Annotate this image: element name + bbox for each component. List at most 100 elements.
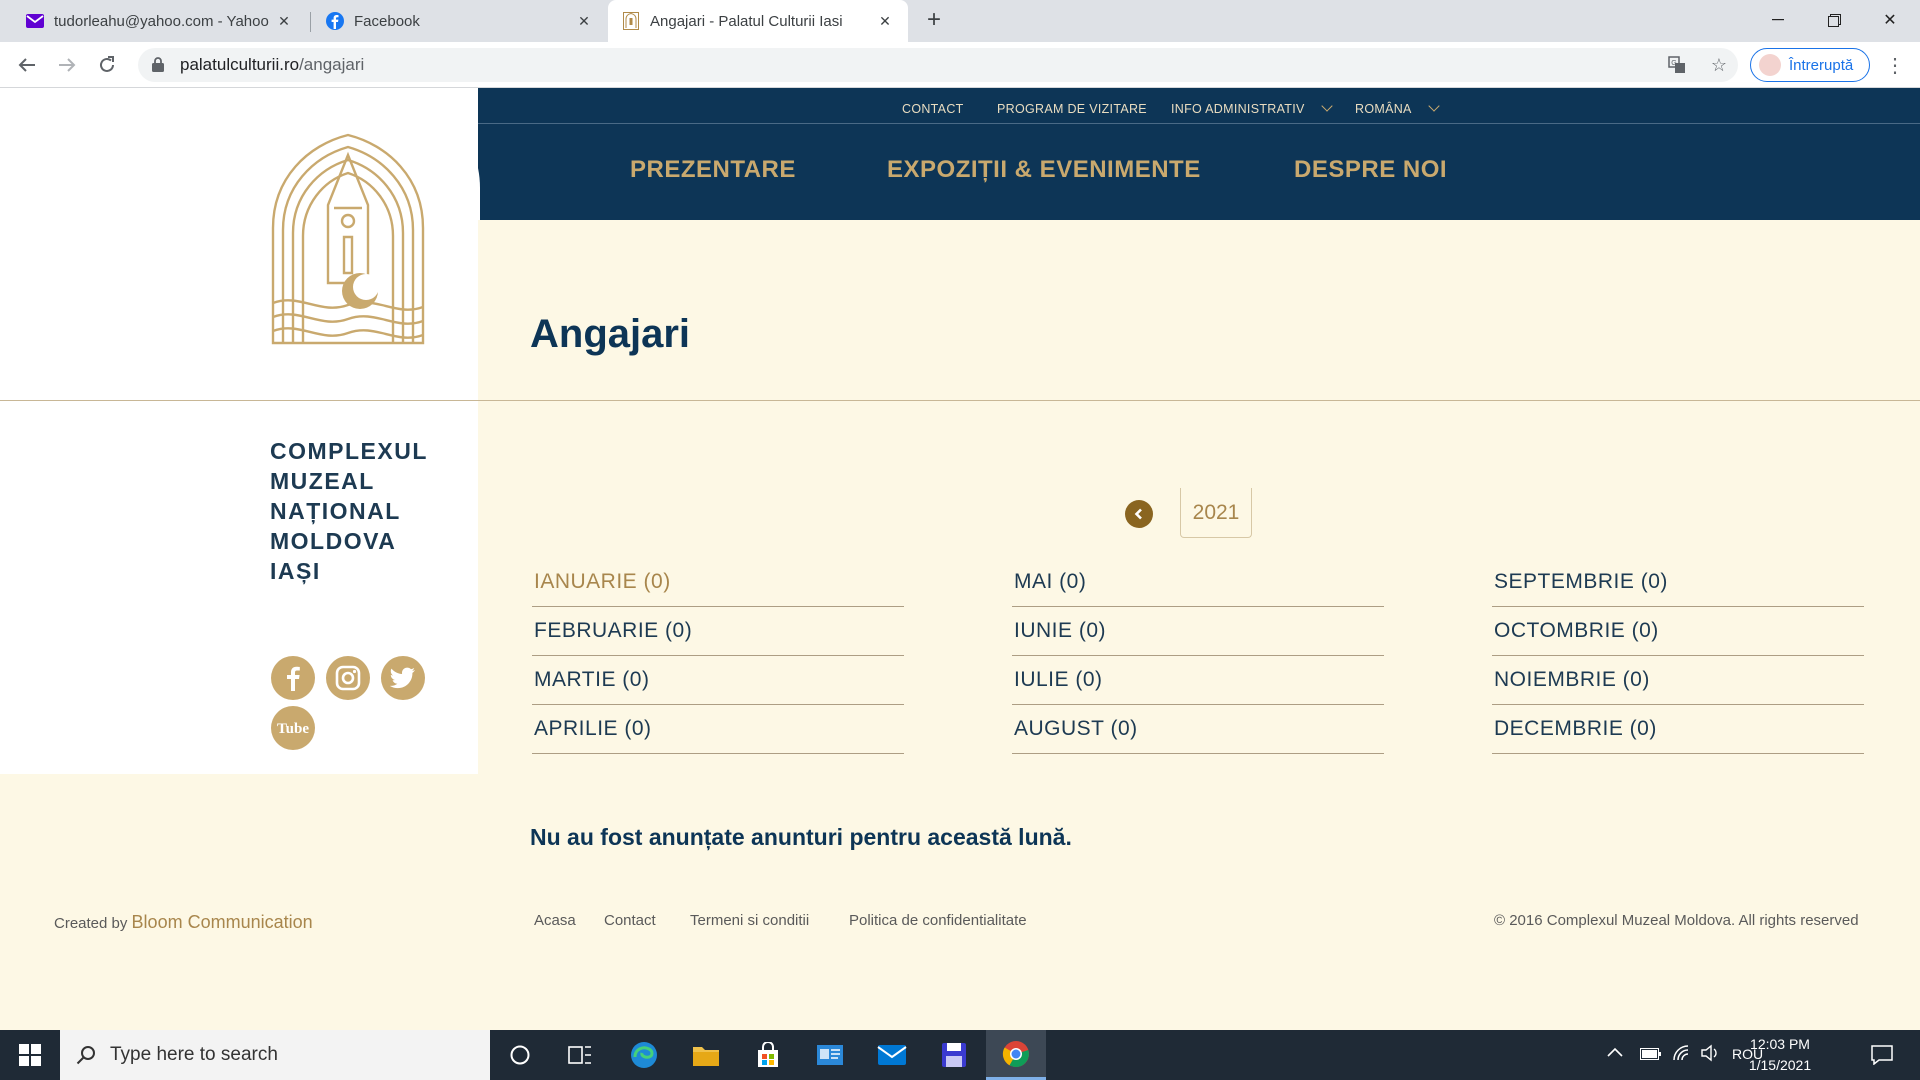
clock-date: 1/15/2021: [1748, 1057, 1812, 1073]
lock-icon[interactable]: [152, 57, 166, 73]
contacts-app-icon[interactable]: [800, 1030, 860, 1080]
minimize-button[interactable]: [1750, 0, 1806, 40]
footer-link-acasa[interactable]: Acasa: [534, 912, 576, 929]
browser-tab-strip: tudorleahu@yahoo.com - Yahoo ✕ Facebook …: [0, 0, 1920, 42]
month-column-3: SEPTEMBRIE (0) OCTOMBRIE (0) NOIEMBRIE (…: [1492, 558, 1864, 754]
utility-nav: CONTACT PROGRAM DE VIZITARE INFO ADMINIS…: [478, 88, 1920, 124]
header-divider: [0, 400, 1920, 401]
month-link-august[interactable]: AUGUST (0): [1012, 705, 1384, 754]
twitter-icon[interactable]: [381, 656, 425, 700]
windows-taskbar: Type here to search ROU 12:03 PM 1/15/20…: [0, 1030, 1920, 1080]
month-link-februarie[interactable]: FEBRUARIE (0): [532, 607, 904, 656]
footer-link-termeni[interactable]: Termeni si conditii: [690, 912, 809, 929]
tab-title: Facebook: [354, 12, 420, 30]
brand-line: IAȘI: [270, 558, 321, 584]
tab-angajari[interactable]: Angajari - Palatul Culturii Iasi ✕: [608, 0, 908, 42]
brand-line: MUZEAL: [270, 468, 375, 494]
restore-button[interactable]: [1806, 0, 1862, 40]
footer-link-contact[interactable]: Contact: [604, 912, 656, 929]
credit-prefix: Created by: [54, 915, 128, 932]
brand-name: COMPLEXUL MUZEAL NAȚIONAL MOLDOVA IAȘI: [270, 436, 428, 586]
month-column-1: IANUARIE (0) FEBRUARIE (0) MARTIE (0) AP…: [532, 558, 904, 754]
month-link-ianuarie[interactable]: IANUARIE (0): [532, 558, 904, 607]
chrome-icon[interactable]: [986, 1030, 1046, 1080]
chevron-down-icon: [1320, 100, 1333, 112]
chevron-down-icon: [1428, 100, 1440, 112]
taskbar-clock[interactable]: 12:03 PM 1/15/2021: [1740, 1034, 1820, 1076]
save-app-icon[interactable]: [924, 1030, 984, 1080]
month-link-iunie[interactable]: IUNIE (0): [1012, 607, 1384, 656]
utility-link-contact[interactable]: CONTACT: [902, 102, 964, 116]
month-link-septembrie[interactable]: SEPTEMBRIE (0): [1492, 558, 1864, 607]
forward-arrow-icon[interactable]: [52, 50, 82, 80]
close-tab-icon[interactable]: ✕: [575, 13, 593, 30]
nav-prezentare[interactable]: PREZENTARE: [630, 156, 796, 184]
notifications-icon[interactable]: [1852, 1030, 1912, 1080]
museum-logo[interactable]: [270, 133, 426, 345]
month-link-noiembrie[interactable]: NOIEMBRIE (0): [1492, 656, 1864, 705]
month-link-mai[interactable]: MAI (0): [1012, 558, 1384, 607]
back-arrow-icon[interactable]: [12, 50, 42, 80]
language-selector[interactable]: ROMÂNA: [1355, 100, 1440, 116]
translate-icon[interactable]: G: [1662, 50, 1692, 80]
browser-menu-icon[interactable]: ⋮: [1880, 50, 1910, 80]
yahoo-mail-icon: [26, 12, 44, 30]
tab-facebook[interactable]: Facebook ✕: [312, 0, 607, 42]
nav-expozitii[interactable]: EXPOZIȚII & EVENIMENTE: [887, 156, 1201, 184]
utility-link-program[interactable]: PROGRAM DE VIZITARE: [997, 102, 1147, 116]
tab-title: tudorleahu@yahoo.com - Yahoo: [54, 12, 269, 30]
mail-icon[interactable]: [862, 1030, 922, 1080]
profile-avatar: [1759, 54, 1781, 76]
task-view-icon[interactable]: [550, 1030, 610, 1080]
brand-line: NAȚIONAL: [270, 498, 401, 524]
month-column-2: MAI (0) IUNIE (0) IULIE (0) AUGUST (0): [1012, 558, 1384, 754]
month-link-decembrie[interactable]: DECEMBRIE (0): [1492, 705, 1864, 754]
facebook-icon[interactable]: [271, 656, 315, 700]
previous-year-button[interactable]: [1125, 500, 1153, 528]
svg-text:G: G: [1671, 60, 1676, 67]
edge-icon[interactable]: [614, 1030, 674, 1080]
close-tab-icon[interactable]: ✕: [876, 13, 894, 30]
page-title: Angajari: [530, 312, 691, 356]
battery-icon[interactable]: [1640, 1047, 1662, 1063]
month-link-iulie[interactable]: IULIE (0): [1012, 656, 1384, 705]
tab-yahoo[interactable]: tudorleahu@yahoo.com - Yahoo ✕: [12, 0, 307, 42]
cortana-icon[interactable]: [490, 1030, 550, 1080]
store-icon[interactable]: [738, 1030, 798, 1080]
current-year: 2021: [1180, 488, 1252, 538]
utility-link-info[interactable]: INFO ADMINISTRATIV: [1171, 100, 1333, 116]
footer-link-politica[interactable]: Politica de confidentialitate: [849, 912, 1027, 929]
month-link-aprilie[interactable]: APRILIE (0): [532, 705, 904, 754]
utility-link-info-label: INFO ADMINISTRATIV: [1171, 102, 1305, 116]
brand-line: MOLDOVA: [270, 528, 397, 554]
show-hidden-icons-icon[interactable]: [1607, 1044, 1623, 1060]
instagram-icon[interactable]: [326, 656, 370, 700]
brand-line: COMPLEXUL: [270, 438, 428, 464]
nav-despre-noi[interactable]: DESPRE NOI: [1294, 156, 1447, 184]
web-page: CONTACT PROGRAM DE VIZITARE INFO ADMINIS…: [0, 88, 1920, 1030]
search-icon: [76, 1045, 96, 1065]
clock-time: 12:03 PM: [1750, 1036, 1810, 1052]
new-tab-button[interactable]: +: [920, 7, 948, 35]
tab-title: Angajari - Palatul Culturii Iasi: [650, 12, 843, 30]
volume-icon[interactable]: [1700, 1044, 1720, 1065]
file-explorer-icon[interactable]: [676, 1030, 736, 1080]
close-window-button[interactable]: ✕: [1862, 0, 1918, 40]
address-toolbar: palatulculturii.ro/angajari G ☆ Întrerup…: [0, 42, 1920, 88]
bookmark-star-icon[interactable]: ☆: [1704, 50, 1734, 80]
wifi-icon[interactable]: [1672, 1044, 1692, 1065]
palatul-culturii-favicon: [622, 12, 640, 30]
youtube-icon[interactable]: Tube: [271, 706, 315, 750]
month-link-martie[interactable]: MARTIE (0): [532, 656, 904, 705]
reload-icon[interactable]: [92, 50, 122, 80]
url-bar[interactable]: palatulculturii.ro/angajari: [138, 48, 1738, 82]
profile-paused-button[interactable]: Întreruptă: [1750, 48, 1870, 82]
credit-link[interactable]: Bloom Communication: [132, 912, 313, 932]
close-tab-icon[interactable]: ✕: [275, 13, 293, 30]
svg-text:Tube: Tube: [277, 721, 309, 737]
language-label: ROMÂNA: [1355, 102, 1412, 116]
taskbar-search-box[interactable]: Type here to search: [60, 1030, 490, 1080]
month-link-octombrie[interactable]: OCTOMBRIE (0): [1492, 607, 1864, 656]
windows-start-icon[interactable]: [0, 1030, 60, 1080]
tab-divider: [310, 12, 311, 32]
